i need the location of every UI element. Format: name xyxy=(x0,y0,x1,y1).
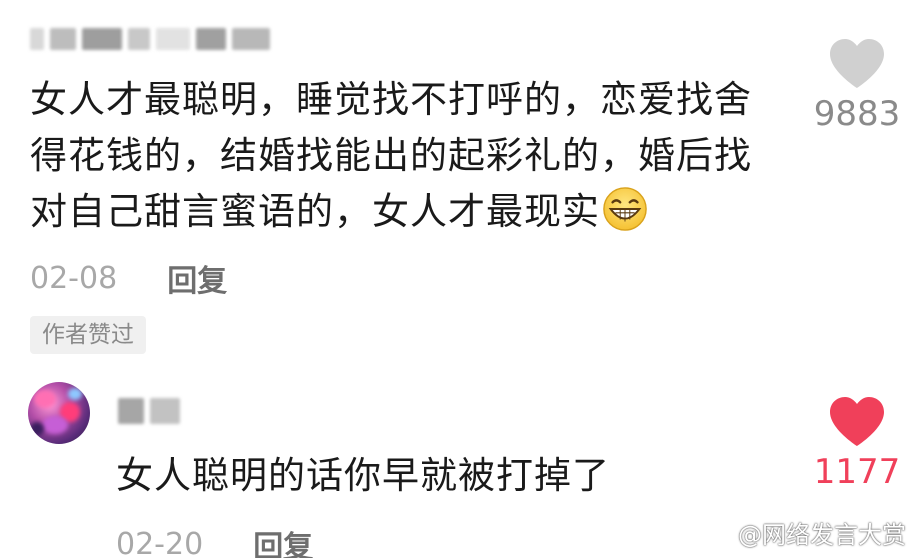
weibo-icon xyxy=(699,522,730,546)
heart-outline-icon xyxy=(830,39,884,88)
comment-meta-2: 02-20 回复 xyxy=(116,522,313,558)
like-count-1: 9883 xyxy=(813,94,901,134)
comment-meta-1: 02-08 回复 xyxy=(30,256,227,300)
comment-text-1: 女人才最聪明，睡觉找不打呼的，恋爱找舍 得花钱的，结婚找能出的起彩礼的，婚后找 … xyxy=(30,78,752,233)
like-button-1[interactable]: 9883 xyxy=(802,38,912,134)
grinning-face-emoji xyxy=(603,187,647,231)
comment-date-2: 02-20 xyxy=(116,526,204,558)
comment-text-2: 女人聪明的话你早就被打掉了 xyxy=(116,454,610,497)
watermark-text: @网络发言大赏 xyxy=(738,521,906,549)
avatar[interactable] xyxy=(28,382,90,444)
comment-date-1: 02-08 xyxy=(30,260,118,296)
like-count-2: 1177 xyxy=(813,452,901,492)
reply-button-1[interactable]: 回复 xyxy=(167,256,227,300)
author-liked-badge: 作者赞过 xyxy=(30,316,146,354)
blurred-username-2[interactable] xyxy=(118,398,180,424)
like-button-2[interactable]: 1177 xyxy=(802,396,912,492)
heart-filled-icon xyxy=(830,397,884,446)
watermark: @网络发言大赏 xyxy=(698,515,906,550)
blurred-username-1[interactable] xyxy=(30,28,270,50)
reply-button-2[interactable]: 回复 xyxy=(253,522,313,558)
comment-thread: 女人才最聪明，睡觉找不打呼的，恋爱找舍 得花钱的，结婚找能出的起彩礼的，婚后找 … xyxy=(0,0,920,558)
